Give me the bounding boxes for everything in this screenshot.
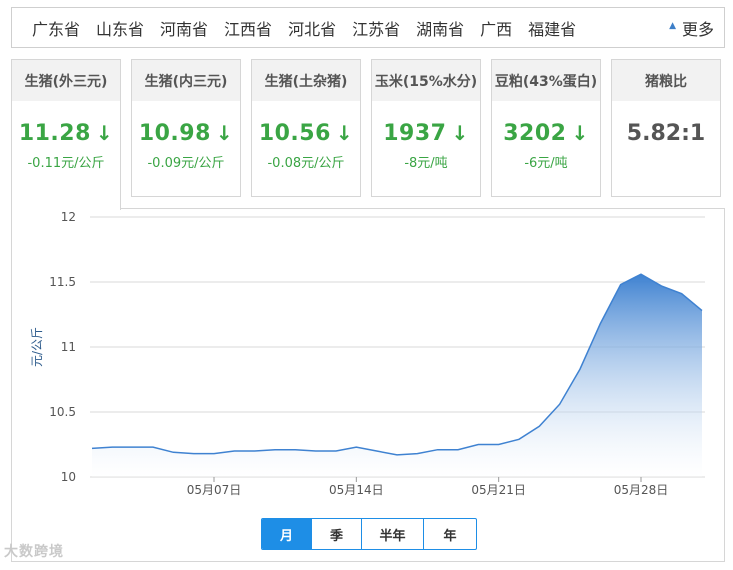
card-title: 豆粕(43%蛋白) xyxy=(492,60,600,101)
province-bar: 广东省 山东省 河南省 江西省 河北省 江苏省 湖南省 广西 福建省 ▲ 更多 xyxy=(11,7,725,48)
province-list: 广东省 山东省 河南省 江西省 河北省 江苏省 湖南省 广西 福建省 xyxy=(12,16,592,40)
x-tick-label: 05月21日 xyxy=(471,483,526,497)
more-label: 更多 xyxy=(681,19,714,39)
data-point[interactable] xyxy=(212,452,216,456)
data-point[interactable] xyxy=(171,450,175,454)
y-axis-title: 元/公斤 xyxy=(30,327,44,367)
range-tabs: 月 季 半年 年 xyxy=(261,518,477,550)
province-link[interactable]: 湖南省 xyxy=(416,16,464,40)
data-point[interactable] xyxy=(415,452,419,456)
card-change: -0.09元/公斤 xyxy=(147,156,225,171)
card-change: -6元/吨 xyxy=(524,156,568,171)
card-value: 1937 ↓ xyxy=(372,121,480,146)
province-link[interactable]: 福建省 xyxy=(528,16,576,40)
y-tick-label: 11 xyxy=(61,340,76,354)
province-link[interactable]: 广东省 xyxy=(32,16,80,40)
y-tick-label: 10 xyxy=(61,470,76,484)
triangle-up-icon: ▲ xyxy=(669,20,676,31)
card-title: 生猪(外三元) xyxy=(12,60,120,101)
data-point[interactable] xyxy=(395,453,399,457)
x-tick-label: 05月28日 xyxy=(614,483,669,497)
price-card-pig-grain-ratio[interactable]: 猪粮比 5.82:1 xyxy=(611,59,721,197)
card-value-number: 1937 xyxy=(383,121,447,146)
card-change: -0.08元/公斤 xyxy=(267,156,345,171)
card-value-number: 10.56 xyxy=(258,121,331,146)
card-value: 10.98 ↓ xyxy=(132,121,240,146)
province-link[interactable]: 广西 xyxy=(480,16,512,40)
tab-year[interactable]: 年 xyxy=(424,519,476,549)
data-point[interactable] xyxy=(375,449,379,453)
province-link[interactable]: 河北省 xyxy=(288,16,336,40)
tab-half-year[interactable]: 半年 xyxy=(362,519,424,549)
card-value-number: 10.98 xyxy=(138,121,211,146)
card-value-number: 3202 xyxy=(503,121,567,146)
price-card-soymeal[interactable]: 豆粕(43%蛋白) 3202 ↓ -6元/吨 xyxy=(491,59,601,197)
card-title: 猪粮比 xyxy=(612,60,720,101)
card-title: 生猪(内三元) xyxy=(132,60,240,101)
data-point[interactable] xyxy=(232,449,236,453)
data-point[interactable] xyxy=(151,445,155,449)
card-change: -0.11元/公斤 xyxy=(27,156,105,171)
province-link[interactable]: 江西省 xyxy=(224,16,272,40)
down-arrow-icon: ↓ xyxy=(335,121,354,145)
data-point[interactable] xyxy=(497,443,501,447)
watermark: 大数跨境 xyxy=(4,544,64,560)
card-title: 生猪(土杂猪) xyxy=(252,60,360,101)
down-arrow-icon: ↓ xyxy=(215,121,234,145)
y-tick-label: 11.5 xyxy=(49,275,76,289)
y-tick-label: 10.5 xyxy=(49,405,76,419)
card-value-number: 11.28 xyxy=(18,121,91,146)
price-chart-panel: 10 10.5 11 11.5 12 元/公斤 05月07日 05月14日 05月21日 05月2… xyxy=(11,208,725,562)
y-tick-label: 12 xyxy=(61,210,76,224)
card-title: 玉米(15%水分) xyxy=(372,60,480,101)
data-point[interactable] xyxy=(578,367,582,371)
data-point[interactable] xyxy=(334,449,338,453)
more-button[interactable]: ▲ 更多 xyxy=(669,8,714,47)
card-change: -8元/吨 xyxy=(404,156,448,171)
x-tick-label: 05月07日 xyxy=(187,483,242,497)
down-arrow-icon: ↓ xyxy=(95,121,114,145)
price-card-pig-inner[interactable]: 生猪(内三元) 10.98 ↓ -0.09元/公斤 xyxy=(131,59,241,197)
ratio-value: 5.82:1 xyxy=(626,121,706,146)
data-point[interactable] xyxy=(659,284,663,288)
data-point[interactable] xyxy=(314,449,318,453)
price-card-pig-local[interactable]: 生猪(土杂猪) 10.56 ↓ -0.08元/公斤 xyxy=(251,59,361,197)
card-value: 11.28 ↓ xyxy=(12,121,120,146)
data-point[interactable] xyxy=(253,449,257,453)
data-point[interactable] xyxy=(273,448,277,452)
province-link[interactable]: 山东省 xyxy=(96,16,144,40)
data-point[interactable] xyxy=(537,424,541,428)
data-point[interactable] xyxy=(476,443,480,447)
province-link[interactable]: 江苏省 xyxy=(352,16,400,40)
down-arrow-icon: ↓ xyxy=(451,121,469,145)
data-point[interactable] xyxy=(110,445,114,449)
data-point[interactable] xyxy=(131,445,135,449)
data-point[interactable] xyxy=(517,437,521,441)
tab-quarter[interactable]: 季 xyxy=(312,519,362,549)
price-card-pig-outer[interactable]: 生猪(外三元) 11.28 ↓ -0.11元/公斤 xyxy=(11,59,121,210)
data-point[interactable] xyxy=(558,402,562,406)
price-chart: 10 10.5 11 11.5 12 元/公斤 05月07日 05月14日 05月21日 05月2… xyxy=(30,210,705,497)
data-point[interactable] xyxy=(598,322,602,326)
province-link[interactable]: 河南省 xyxy=(160,16,208,40)
data-point[interactable] xyxy=(90,446,94,450)
data-point[interactable] xyxy=(436,448,440,452)
down-arrow-icon: ↓ xyxy=(571,121,589,145)
price-card-corn[interactable]: 玉米(15%水分) 1937 ↓ -8元/吨 xyxy=(371,59,481,197)
data-point[interactable] xyxy=(192,452,196,456)
data-point[interactable] xyxy=(293,448,297,452)
tab-month[interactable]: 月 xyxy=(262,519,312,549)
card-value: 3202 ↓ xyxy=(492,121,600,146)
x-tick-label: 05月14日 xyxy=(329,483,384,497)
card-value: 10.56 ↓ xyxy=(252,121,360,146)
data-point[interactable] xyxy=(639,272,643,276)
data-point[interactable] xyxy=(354,445,358,449)
data-point[interactable] xyxy=(619,283,623,287)
data-point[interactable] xyxy=(700,309,704,313)
data-point[interactable] xyxy=(456,448,460,452)
data-point[interactable] xyxy=(680,292,684,296)
